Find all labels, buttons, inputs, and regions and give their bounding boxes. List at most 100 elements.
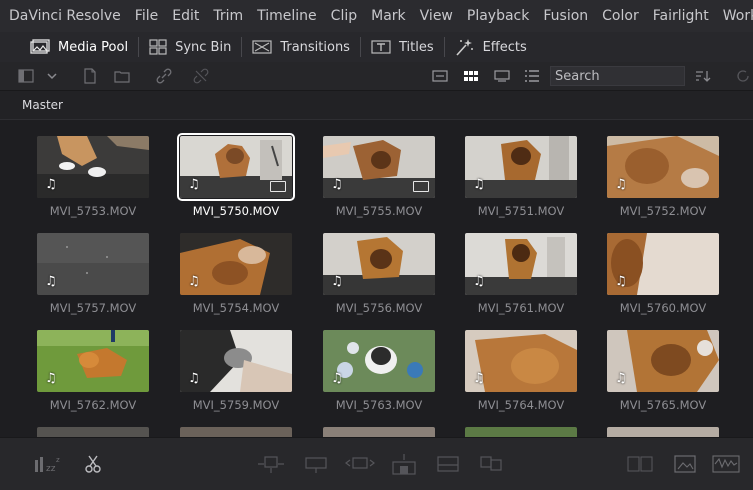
image-view-icon[interactable] [673,454,697,474]
filmstrip-view-icon[interactable] [494,68,510,84]
video-clip-icon [270,181,286,192]
clip-name: MVI_5756.MOV [335,301,423,315]
media-pool-button[interactable]: Media Pool [0,32,138,62]
replace-clip-icon[interactable] [345,454,375,474]
clip-thumbnail-image: ♫ [607,233,719,295]
sleep-zoom-icon[interactable]: zz z [34,454,62,474]
clip-name: MVI_5752.MOV [619,204,707,218]
titles-button[interactable]: Titles [361,32,444,62]
link-icon[interactable] [156,68,172,84]
menu-timeline[interactable]: Timeline [250,8,324,24]
music-note-icon: ♫ [473,371,485,386]
clip-thumbnail-image: ♫ [607,136,719,198]
music-note-icon: ♫ [45,371,57,386]
sync-bin-label: Sync Bin [175,39,232,55]
bin-header: Master [0,91,753,120]
music-note-icon: ♫ [188,177,200,192]
menu-clip[interactable]: Clip [324,8,364,24]
menu-app[interactable]: DaVinci Resolve [0,8,128,24]
clip-thumbnail-image: ♫ [465,233,577,295]
music-note-icon: ♫ [331,177,343,192]
transitions-button[interactable]: Transitions [242,32,360,62]
clip-name: MVI_5757.MOV [49,301,137,315]
clip-name: MVI_5765.MOV [619,398,707,412]
clip-thumbnail-image: ♫ [323,136,435,198]
menu-view[interactable]: View [413,8,460,24]
list-view-icon[interactable] [524,68,540,84]
menu-edit[interactable]: Edit [165,8,206,24]
thumbnail-view-icon[interactable] [463,68,479,84]
music-note-icon: ♫ [188,274,200,289]
overwrite-clip-icon[interactable] [302,454,330,474]
clip-name: MVI_5760.MOV [619,301,707,315]
scissors-icon[interactable] [84,454,102,474]
menu-fusion[interactable]: Fusion [536,8,595,24]
place-on-top-icon[interactable] [390,454,418,476]
clip-thumbnail-image: ♫ [323,233,435,295]
clip-thumbnail-image [180,427,292,437]
clip-grid: ♫ MVI_5753.MOV ♫ MVI_5750.MOV ♫ MVI_5755… [0,120,753,437]
clip-name: MVI_5753.MOV [49,204,137,218]
sync-bin-button[interactable]: Sync Bin [139,32,241,62]
refresh-icon[interactable] [735,68,751,84]
clip-thumbnail-image: ♫ [37,330,149,392]
sort-icon[interactable] [695,68,711,84]
menu-mark[interactable]: Mark [364,8,413,24]
clip-thumbnail-image: ♫ [465,330,577,392]
music-note-icon: ♫ [331,274,343,289]
clip-name: MVI_5762.MOV [49,398,137,412]
chevron-down-icon[interactable] [44,68,60,84]
menu-bar: DaVinci Resolve File Edit Trim Timeline … [0,0,753,32]
bin-name[interactable]: Master [22,98,63,112]
clip-thumbnail-image: ♫ [180,233,292,295]
clip-thumbnail-image: ♫ [177,133,295,201]
clip-name: MVI_5755.MOV [335,204,423,218]
new-clip-icon[interactable] [82,68,98,84]
music-note-icon: ♫ [331,371,343,386]
effects-label: Effects [482,39,527,55]
metadata-view-icon[interactable] [432,68,448,84]
media-pool-label: Media Pool [58,39,129,55]
video-clip-icon [413,181,429,192]
insert-clip-icon[interactable] [257,454,285,474]
unlink-icon[interactable] [193,68,209,84]
folder-icon[interactable] [114,68,130,84]
titles-label: Titles [398,39,434,55]
clip-name: MVI_5763.MOV [335,398,423,412]
menu-file[interactable]: File [128,8,165,24]
svg-text:zz: zz [46,464,56,474]
bottom-toolbar: zz z [0,437,753,490]
svg-text:z: z [56,456,60,464]
clip-thumbnail-image [37,427,149,437]
music-note-icon: ♫ [615,177,627,192]
menu-trim[interactable]: Trim [206,8,250,24]
music-note-icon: ♫ [45,177,57,192]
menu-fairlight[interactable]: Fairlight [646,8,716,24]
menu-playback[interactable]: Playback [460,8,536,24]
transitions-label: Transitions [280,39,350,55]
source-viewer-icon[interactable] [626,454,654,474]
clip-thumbnail-image [465,427,577,437]
clip-name: MVI_5750.MOV [192,204,280,218]
media-pool-icon [30,39,50,54]
search-input[interactable] [550,66,685,86]
music-note-icon: ♫ [615,274,627,289]
sidebar-toggle-icon[interactable] [18,68,34,84]
audio-waveform-icon[interactable] [711,454,741,474]
sync-bin-icon [149,39,167,55]
music-note-icon: ♫ [615,371,627,386]
titles-icon [371,40,391,54]
ripple-overwrite-icon[interactable] [477,454,505,474]
clip-thumbnail-image: ♫ [180,330,292,392]
clip-name: MVI_5761.MOV [477,301,565,315]
menu-color[interactable]: Color [595,8,646,24]
clip-name: MVI_5751.MOV [477,204,565,218]
append-clip-icon[interactable] [436,454,460,474]
menu-workspace[interactable]: Worksp [716,8,753,24]
media-pool-subtoolbar [0,62,753,91]
effects-button[interactable]: Effects [445,32,537,62]
clip-thumbnail-image: ♫ [465,136,577,198]
clip-name: MVI_5759.MOV [192,398,280,412]
music-note-icon: ♫ [473,177,485,192]
clip-thumbnail-image [323,427,435,437]
